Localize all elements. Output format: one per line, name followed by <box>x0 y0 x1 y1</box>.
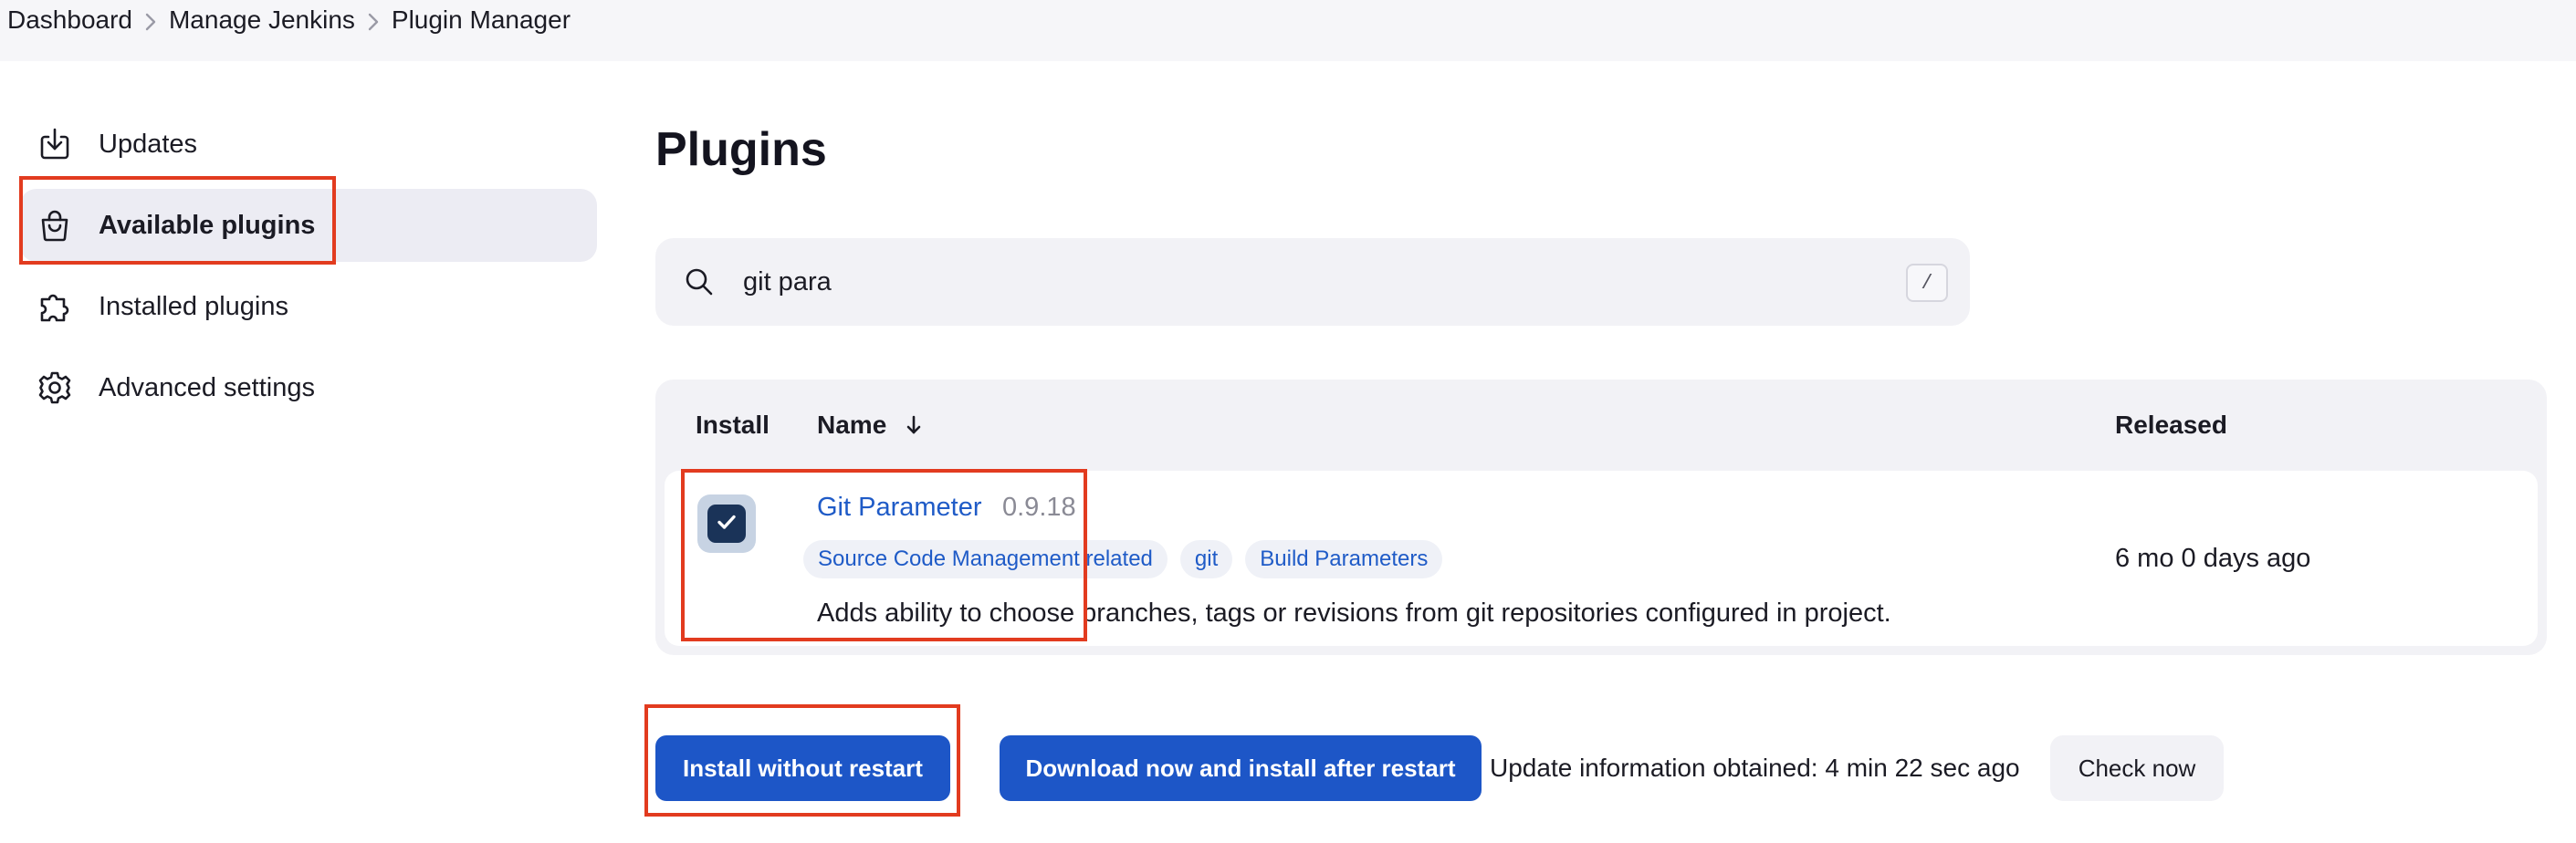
download-and-install-after-restart-button[interactable]: Download now and install after restart <box>1000 735 1482 801</box>
column-header-released: Released <box>2115 411 2227 439</box>
sidebar-item-available-plugins[interactable]: Available plugins <box>20 189 597 262</box>
sidebar-item-label: Available plugins <box>99 210 316 240</box>
plugin-name-link[interactable]: Git Parameter <box>817 493 982 523</box>
arrow-down-icon <box>905 413 923 442</box>
shopping-bag-icon <box>35 205 75 245</box>
breadcrumb: Dashboard Manage Jenkins Plugin Manager <box>7 0 571 40</box>
chevron-right-icon <box>355 6 392 35</box>
chevron-right-icon <box>132 6 169 35</box>
tag-build-parameters[interactable]: Build Parameters <box>1245 540 1443 578</box>
plugin-tags: Source Code Management related git Build… <box>803 540 1443 578</box>
breadcrumb-manage-jenkins[interactable]: Manage Jenkins <box>169 5 355 35</box>
search-input[interactable] <box>741 260 1837 304</box>
table-header: Install Name Released <box>655 380 2547 471</box>
check-now-button[interactable]: Check now <box>2050 735 2224 801</box>
plugin-released: 6 mo 0 days ago <box>2115 544 2311 573</box>
column-header-name-label: Name <box>817 411 887 439</box>
keyboard-shortcut-hint: / <box>1906 264 1948 302</box>
column-header-install: Install <box>696 411 770 439</box>
sidebar-item-updates[interactable]: Updates <box>20 108 597 181</box>
breadcrumb-dashboard[interactable]: Dashboard <box>7 5 132 35</box>
breadcrumb-bar: Dashboard Manage Jenkins Plugin Manager <box>0 0 2576 61</box>
plugin-search-box[interactable]: / <box>655 238 1970 326</box>
sidebar-item-label: Updates <box>99 129 198 159</box>
sidebar-item-label: Advanced settings <box>99 372 315 402</box>
sidebar-item-label: Installed plugins <box>99 291 288 321</box>
update-info-text: Update information obtained: 4 min 22 se… <box>1490 754 2020 782</box>
page-title: Plugins <box>655 123 827 176</box>
column-header-name[interactable]: Name <box>817 411 923 442</box>
sidebar-item-installed-plugins[interactable]: Installed plugins <box>20 270 597 343</box>
table-row: Git Parameter 0.9.18 Source Code Managem… <box>665 471 2538 646</box>
search-icon <box>683 265 716 298</box>
plugin-version: 0.9.18 <box>1002 493 1076 522</box>
install-checkbox[interactable] <box>697 494 756 553</box>
checkmark-icon <box>715 510 738 538</box>
checkbox-box <box>707 505 746 543</box>
puzzle-piece-icon <box>35 286 75 327</box>
sidebar: Updates Available plugins Installed plug… <box>20 108 597 432</box>
plugin-description: Adds ability to choose branches, tags or… <box>817 598 1891 628</box>
tag-git[interactable]: git <box>1179 540 1233 578</box>
install-without-restart-button[interactable]: Install without restart <box>655 735 950 801</box>
tag-source-code-management[interactable]: Source Code Management related <box>803 540 1168 578</box>
gear-icon <box>35 368 75 408</box>
sidebar-item-advanced-settings[interactable]: Advanced settings <box>20 351 597 424</box>
download-icon <box>35 124 75 164</box>
plugins-table: Install Name Released Git Parameter 0.9.… <box>655 380 2547 655</box>
breadcrumb-plugin-manager[interactable]: Plugin Manager <box>392 5 571 35</box>
